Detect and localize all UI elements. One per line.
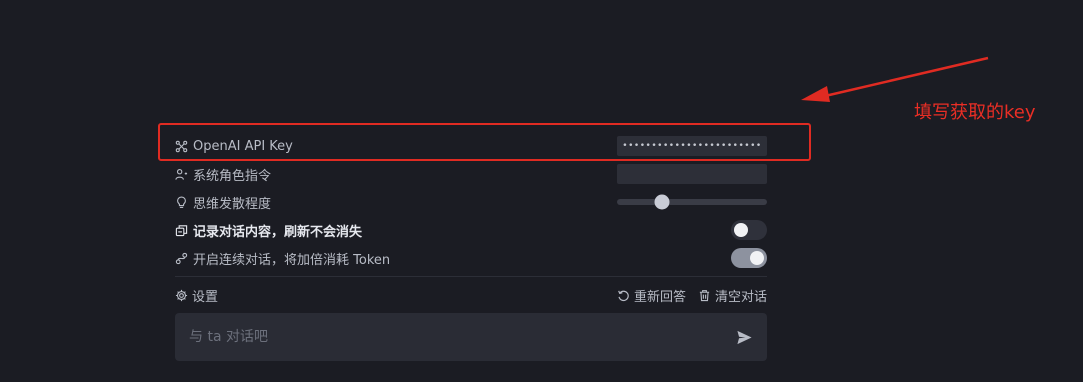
save-history-icon (175, 224, 188, 237)
link-chat-icon (175, 252, 188, 265)
continuous-toggle[interactable] (731, 248, 767, 268)
system-role-label: 系统角色指令 (175, 165, 271, 184)
api-key-label: OpenAI API Key (175, 139, 293, 154)
message-input[interactable] (187, 328, 691, 346)
send-button[interactable] (735, 328, 753, 346)
divider (175, 276, 767, 277)
key-nodes-icon (175, 140, 188, 153)
annotation-text: 填写获取的key (914, 102, 1036, 123)
user-role-icon (175, 168, 188, 181)
save-history-label-text: 记录对话内容，刷新不会消失 (193, 224, 363, 240)
creativity-row: 思维发散程度 (175, 191, 767, 213)
send-icon (736, 330, 752, 344)
save-history-label: 记录对话内容，刷新不会消失 (175, 221, 362, 240)
toggle-knob (734, 223, 748, 237)
creativity-label-text: 思维发散程度 (193, 196, 272, 212)
api-key-label-text: OpenAI API Key (193, 138, 293, 154)
creativity-label: 思维发散程度 (175, 193, 271, 212)
trash-icon (698, 289, 711, 302)
action-bar: 设置 重新回答 清空对话 (175, 285, 767, 305)
refresh-icon (617, 289, 630, 302)
continuous-label: 开启连续对话，将加倍消耗 Token (175, 249, 390, 268)
system-role-input[interactable] (617, 164, 767, 184)
gear-icon (175, 289, 188, 302)
settings-label: 设置 (192, 289, 219, 305)
save-history-row: 记录对话内容，刷新不会消失 (175, 219, 767, 241)
toggle-knob (750, 251, 764, 265)
continuous-label-text: 开启连续对话，将加倍消耗 Token (193, 252, 391, 268)
save-history-toggle[interactable] (731, 220, 767, 240)
system-role-label-text: 系统角色指令 (193, 168, 272, 184)
creativity-slider[interactable] (617, 194, 767, 210)
continuous-row: 开启连续对话，将加倍消耗 Token (175, 247, 767, 269)
system-role-row: 系统角色指令 (175, 163, 767, 185)
lightbulb-icon (175, 196, 188, 209)
chat-settings-panel: OpenAI API Key •••••••••••••••••••••••• … (0, 0, 1083, 382)
message-composer (175, 313, 767, 361)
regenerate-button[interactable]: 重新回答 (617, 286, 686, 305)
slider-thumb[interactable] (654, 194, 670, 210)
clear-chat-label: 清空对话 (714, 289, 767, 305)
settings-button[interactable]: 设置 (175, 286, 218, 305)
regenerate-label: 重新回答 (633, 289, 686, 305)
clear-chat-button[interactable]: 清空对话 (698, 286, 767, 305)
api-key-row: OpenAI API Key •••••••••••••••••••••••• (175, 135, 767, 157)
api-key-input[interactable]: •••••••••••••••••••••••• (617, 136, 767, 156)
